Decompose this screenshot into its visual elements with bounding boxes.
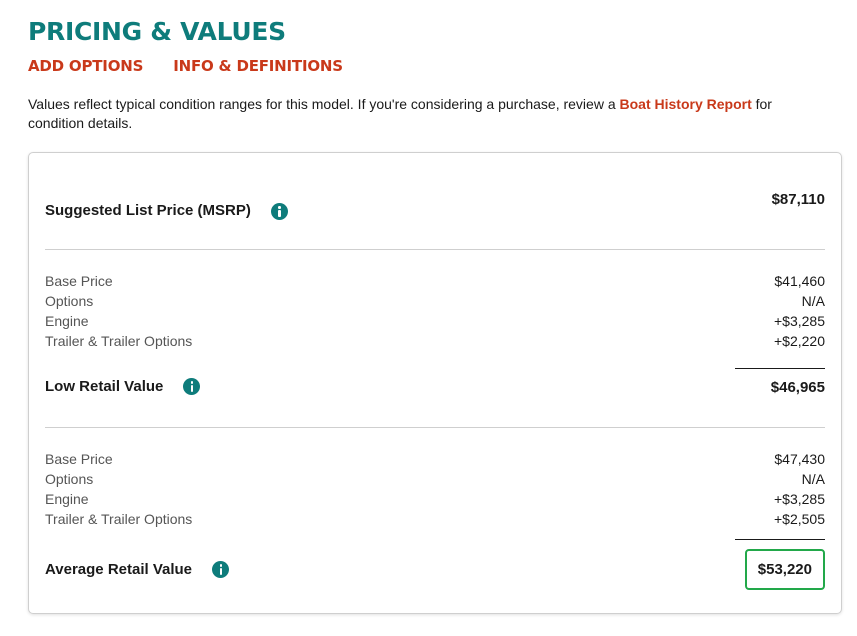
page-title: PRICING & VALUES: [28, 17, 286, 46]
item-value: +$2,220: [774, 333, 825, 349]
pricing-card: Suggested List Price (MSRP) $87,110 Base…: [28, 152, 842, 614]
item-label: Engine: [45, 491, 89, 507]
average-retail-info-icon[interactable]: [212, 561, 230, 578]
divider: [45, 249, 825, 250]
item-label: Base Price: [45, 451, 113, 467]
list-item: Options N/A: [45, 469, 825, 489]
item-value: +$3,285: [774, 313, 825, 329]
average-retail-row: Average Retail Value $53,220: [45, 549, 825, 590]
item-label: Options: [45, 471, 94, 487]
average-retail-label: Average Retail Value: [45, 561, 193, 578]
msrp-label: Suggested List Price (MSRP): [45, 202, 251, 219]
low-retail-breakdown: Base Price $41,460 Options N/A Engine +$…: [45, 271, 825, 351]
item-label: Trailer & Trailer Options: [45, 511, 193, 527]
item-value: $41,460: [774, 273, 825, 289]
item-value: N/A: [801, 293, 825, 309]
low-retail-row: Low Retail Value $46,965: [45, 377, 825, 396]
boat-history-report-link[interactable]: Boat History Report: [620, 96, 752, 112]
average-retail-breakdown: Base Price $47,430 Options N/A Engine +$…: [45, 449, 825, 529]
msrp-row: Suggested List Price (MSRP) $87,110: [45, 191, 825, 220]
info-definitions-link[interactable]: INFO & DEFINITIONS: [173, 56, 343, 76]
list-item: Trailer & Trailer Options +$2,505: [45, 509, 825, 529]
list-item: Engine +$3,285: [45, 311, 825, 331]
list-item: Trailer & Trailer Options +$2,220: [45, 331, 825, 351]
list-item: Options N/A: [45, 291, 825, 311]
intro-text: Values reflect typical condition ranges …: [28, 95, 818, 133]
average-retail-value: $53,220: [744, 549, 825, 590]
divider: [45, 427, 825, 428]
item-value: N/A: [801, 471, 825, 487]
msrp-info-icon[interactable]: [270, 203, 288, 220]
item-label: Trailer & Trailer Options: [45, 333, 193, 349]
item-label: Base Price: [45, 273, 113, 289]
msrp-value: $87,110: [771, 191, 825, 208]
low-retail-info-icon[interactable]: [183, 378, 201, 395]
list-item: Engine +$3,285: [45, 489, 825, 509]
item-value: +$2,505: [774, 511, 825, 527]
subtotal-rule: [735, 539, 825, 540]
section-links: ADD OPTIONS INFO & DEFINITIONS: [28, 56, 343, 76]
subtotal-rule: [735, 368, 825, 369]
item-label: Options: [45, 293, 94, 309]
list-item: Base Price $47,430: [45, 449, 825, 469]
list-item: Base Price $41,460: [45, 271, 825, 291]
item-value: +$3,285: [774, 491, 825, 507]
item-value: $47,430: [774, 451, 825, 467]
add-options-link[interactable]: ADD OPTIONS: [28, 56, 143, 76]
item-label: Engine: [45, 313, 89, 329]
low-retail-label: Low Retail Value: [45, 378, 164, 395]
intro-text-before: Values reflect typical condition ranges …: [28, 96, 620, 112]
low-retail-value: $46,965: [770, 379, 825, 396]
